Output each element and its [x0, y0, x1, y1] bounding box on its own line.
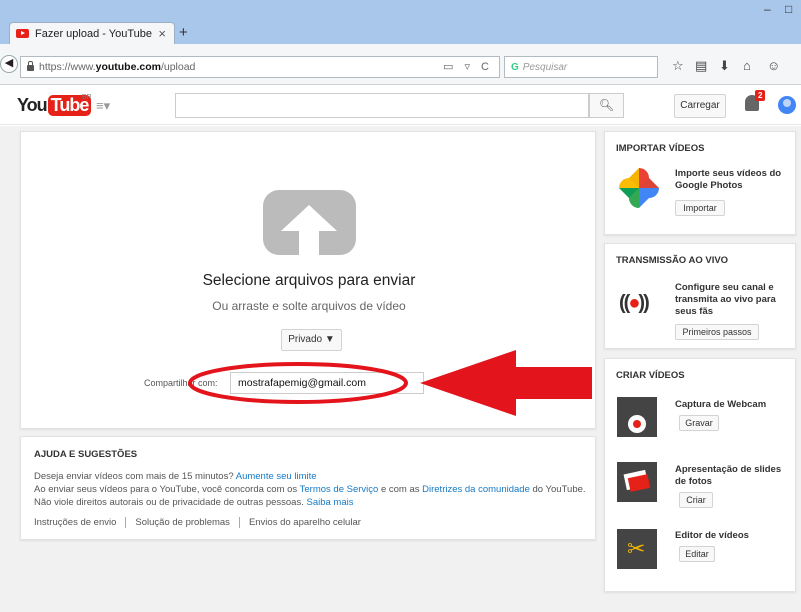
google-photos-icon: [619, 168, 659, 208]
help-line-copyright: Não viole direitos autorais ou de privac…: [34, 497, 354, 508]
import-videos-card: IMPORTAR VÍDEOS Importe seus vídeos do G…: [604, 131, 796, 235]
create-videos-card: CRIAR VÍDEOS Captura de Webcam Gravar Ap…: [604, 358, 796, 592]
download-icon[interactable]: ⬇: [719, 58, 730, 74]
tab-close-icon[interactable]: ×: [158, 26, 166, 41]
live-broadcast-icon: ((●)): [619, 292, 650, 314]
help-line-terms: Ao enviar seus vídeos para o YouTube, vo…: [34, 484, 586, 495]
upload-subtitle: Ou arraste e solte arquivos de vídeo: [212, 299, 406, 313]
mobile-uploads-link[interactable]: Envios do aparelho celular: [249, 517, 361, 528]
browser-navbar: ◀ https://www.youtube.com/upload ▭ ▿ C G…: [0, 44, 801, 85]
home-icon[interactable]: ⌂: [743, 58, 751, 73]
avatar[interactable]: [778, 96, 796, 114]
live-title: TRANSMISSÃO AO VIVO: [616, 255, 729, 266]
share-label: Compartilhar com:: [144, 378, 218, 388]
live-stream-card: TRANSMISSÃO AO VIVO ((●)) Configure seu …: [604, 243, 796, 349]
terms-link[interactable]: Termos de Serviço: [300, 484, 379, 495]
help-title: AJUDA E SUGESTÕES: [34, 449, 138, 460]
logo-you: You: [17, 95, 48, 115]
search-placeholder: Pesquisar: [522, 61, 568, 73]
edit-button[interactable]: Editar: [679, 546, 715, 562]
create-title: CRIAR VÍDEOS: [616, 370, 685, 381]
live-description: Configure seu canal e transmita ao vivo …: [675, 282, 776, 317]
upload-arrow-icon[interactable]: [263, 190, 356, 255]
notification-badge: 2: [755, 90, 766, 101]
region-label: BR: [82, 94, 92, 101]
search-icon: 🔍︎: [598, 98, 615, 112]
guide-menu-icon[interactable]: ≡▾: [96, 98, 110, 114]
upload-instructions-link[interactable]: Instruções de envio: [34, 517, 116, 528]
youtube-favicon-icon: [16, 29, 29, 38]
share-with-input[interactable]: mostrafapemig@gmail.com: [230, 372, 424, 394]
tab-title: Fazer upload - YouTube: [35, 27, 153, 40]
bookmark-star-icon[interactable]: ☆: [672, 58, 684, 74]
privacy-dropdown[interactable]: Privado ▼: [281, 329, 342, 351]
import-title: IMPORTAR VÍDEOS: [616, 143, 705, 154]
slideshow-icon: [617, 462, 657, 502]
learn-more-link[interactable]: Saiba mais: [307, 497, 354, 508]
youtube-search-input[interactable]: [175, 93, 589, 118]
import-description: Importe seus vídeos do Google Photos: [675, 168, 782, 191]
youtube-logo[interactable]: You Tube: [17, 95, 92, 116]
url-bar[interactable]: https://www.youtube.com/upload ▭ ▿ C: [20, 56, 500, 78]
upload-title[interactable]: Selecione arquivos para enviar: [21, 272, 597, 290]
editor-label: Editor de vídeos: [675, 530, 749, 541]
upload-card: Selecione arquivos para enviar Ou arrast…: [20, 131, 596, 429]
upload-button[interactable]: Carregar: [674, 94, 726, 118]
lock-icon: [27, 61, 34, 71]
url-text: https://www.youtube.com/upload: [39, 61, 196, 73]
minimize-icon[interactable]: –: [764, 2, 771, 16]
slideshow-label: Apresentação de slides de fotos: [675, 464, 782, 487]
raise-limit-link[interactable]: Aumente seu limite: [236, 471, 317, 482]
troubleshooting-link[interactable]: Solução de problemas: [135, 517, 230, 528]
chat-icon[interactable]: ☺: [767, 58, 780, 73]
create-button[interactable]: Criar: [679, 492, 713, 508]
restore-icon[interactable]: □: [785, 2, 792, 16]
get-started-button[interactable]: Primeiros passos: [675, 324, 759, 340]
reading-list-icon[interactable]: ▤: [695, 58, 707, 74]
help-line-limit: Deseja enviar vídeos com mais de 15 minu…: [34, 471, 317, 482]
help-links: Instruções de envio Solução de problemas E…: [34, 517, 361, 528]
reader-dropdown-reload-icons[interactable]: ▭ ▿ C: [443, 60, 493, 73]
search-button[interactable]: 🔍︎: [589, 93, 624, 118]
import-button[interactable]: Importar: [675, 200, 725, 216]
browser-tab[interactable]: Fazer upload - YouTube ×: [9, 22, 175, 44]
new-tab-button[interactable]: +: [179, 24, 188, 41]
youtube-header: You Tube BR ≡▾ 🔍︎ Carregar 2: [0, 86, 801, 125]
record-button[interactable]: Gravar: [679, 415, 719, 431]
guidelines-link[interactable]: Diretrizes da comunidade: [422, 484, 530, 495]
browser-titlebar: – □ Fazer upload - YouTube × +: [0, 0, 801, 44]
help-card: AJUDA E SUGESTÕES Deseja enviar vídeos c…: [20, 436, 596, 540]
video-editor-icon: ✂: [617, 529, 657, 569]
browser-search-input[interactable]: G Pesquisar: [504, 56, 658, 78]
back-arrow-icon[interactable]: ◀: [0, 55, 18, 73]
webcam-icon: [617, 397, 657, 437]
webcam-label: Captura de Webcam: [675, 399, 767, 410]
search-engine-icon: G: [511, 61, 519, 73]
